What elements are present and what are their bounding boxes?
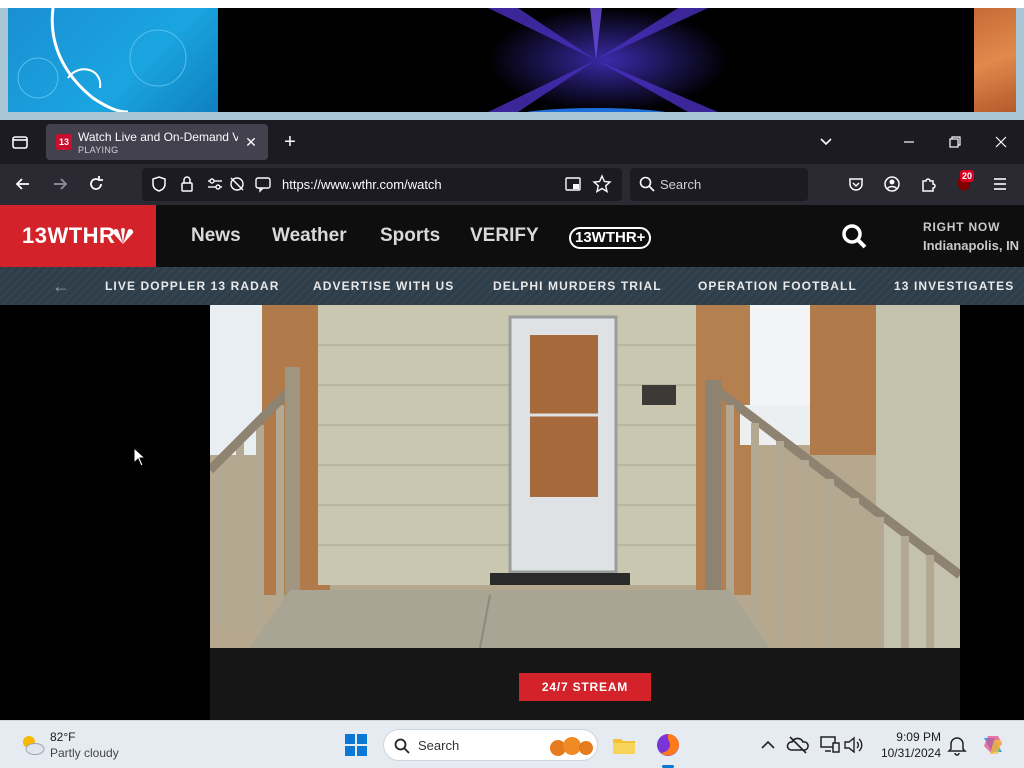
subnav-13-investigates[interactable]: 13 INVESTIGATES	[894, 279, 1014, 293]
tracking-shield-icon[interactable]	[148, 174, 170, 194]
minimize-icon[interactable]	[897, 132, 921, 152]
notification-bell-icon[interactable]	[945, 733, 969, 757]
permissions-icon[interactable]	[204, 174, 226, 194]
site-search-icon[interactable]	[840, 222, 868, 250]
halloween-pumpkins-icon	[550, 737, 593, 756]
file-explorer-icon[interactable]	[612, 733, 636, 757]
weather-description[interactable]: Partly cloudy	[50, 746, 119, 760]
picture-in-picture-icon[interactable]	[562, 174, 584, 194]
browser-tab-bar: 13 Watch Live and On-Demand Vi PLAYING ✕…	[0, 120, 1024, 164]
browser-search-box[interactable]: Search	[630, 168, 808, 201]
lock-icon[interactable]	[176, 174, 198, 194]
wallpaper-dark-panel	[218, 8, 974, 112]
volume-icon[interactable]	[842, 733, 866, 757]
partly-cloudy-weather-icon[interactable]	[18, 731, 46, 759]
desktop-background	[0, 0, 1024, 120]
247-stream-button[interactable]: 24/7 STREAM	[519, 673, 651, 701]
tab-list-chevron-down-icon[interactable]	[814, 132, 838, 152]
network-icon[interactable]	[818, 733, 842, 757]
restore-icon[interactable]	[943, 132, 967, 152]
wallpaper-swirl	[17, 7, 187, 114]
right-now-city[interactable]: Indianapolis, IN	[923, 238, 1019, 253]
windows-start-icon[interactable]	[344, 733, 368, 757]
wallpaper-orange-panel	[974, 8, 1016, 112]
new-tab-button[interactable]: +	[278, 132, 302, 152]
clock-date[interactable]: 10/31/2024	[875, 746, 941, 760]
extensions-puzzle-icon[interactable]	[917, 174, 939, 194]
clock-time[interactable]: 9:09 PM	[885, 730, 941, 744]
subnav-delphi-trial[interactable]: DELPHI MURDERS TRIAL	[493, 279, 662, 293]
firefox-icon[interactable]	[656, 733, 680, 757]
tab-title: Watch Live and On-Demand Vi	[78, 130, 238, 144]
nbc-peacock-icon	[112, 228, 134, 244]
nav-sports[interactable]: Sports	[380, 225, 440, 247]
sub-navigation: ← LIVE DOPPLER 13 RADAR ADVERTISE WITH U…	[0, 267, 1024, 305]
reader-comment-icon[interactable]	[252, 174, 274, 194]
show-hidden-icons-chevron-up-icon[interactable]	[756, 733, 780, 757]
nav-weather[interactable]: Weather	[272, 225, 347, 247]
wthr-plus-link[interactable]: 13WTHR+	[569, 227, 652, 249]
right-now-label: RIGHT NOW	[923, 220, 1001, 234]
copilot-icon[interactable]	[980, 732, 1006, 758]
wthr-logo: 13WTHR	[22, 223, 116, 248]
back-arrow-icon[interactable]	[12, 174, 34, 194]
nav-verify[interactable]: VERIFY	[470, 225, 539, 247]
site-header: 13WTHR News Weather Sports VERIFY 13WTHR…	[0, 205, 1024, 267]
wthr-favicon-icon: 13	[56, 134, 72, 150]
bookmark-star-icon[interactable]	[591, 174, 613, 194]
nav-news[interactable]: News	[191, 225, 241, 247]
address-bar[interactable]: https://www.wthr.com/watch	[142, 168, 622, 201]
wallpaper-rays	[488, 8, 728, 112]
url-text[interactable]: https://www.wthr.com/watch	[282, 177, 442, 192]
subnav-operation-football[interactable]: OPERATION FOOTBALL	[698, 279, 857, 293]
subnav-left-arrow-icon[interactable]: ←	[52, 276, 70, 297]
account-icon[interactable]	[881, 174, 903, 194]
subnav-doppler-radar[interactable]: LIVE DOPPLER 13 RADAR	[105, 279, 279, 293]
tab-close-icon[interactable]: ✕	[242, 133, 260, 151]
subnav-advertise[interactable]: ADVERTISE WITH US	[313, 279, 454, 293]
taskbar-search-icon	[394, 738, 410, 754]
forward-arrow-icon[interactable]	[49, 174, 71, 194]
pocket-icon[interactable]	[845, 174, 867, 194]
taskbar-search-placeholder: Search	[418, 738, 460, 753]
browser-tab-active[interactable]: 13 Watch Live and On-Demand Vi PLAYING ✕	[46, 124, 268, 160]
page-content: 24/7 STREAM	[0, 305, 1024, 720]
autoplay-blocked-icon[interactable]	[226, 174, 248, 194]
close-window-icon[interactable]	[989, 132, 1013, 152]
weather-temperature[interactable]: 82°F	[50, 730, 75, 744]
wthr-logo-link[interactable]: 13WTHR	[0, 205, 156, 267]
screen: 13 Watch Live and On-Demand Vi PLAYING ✕…	[0, 0, 1024, 768]
mouse-cursor-icon	[133, 447, 147, 467]
video-player[interactable]	[210, 305, 960, 648]
hamburger-menu-icon[interactable]	[989, 174, 1011, 194]
tab-overview-icon[interactable]	[8, 132, 32, 152]
tab-playing-label: PLAYING	[78, 145, 119, 155]
reload-icon[interactable]	[85, 174, 107, 194]
windows-taskbar: 82°F Partly cloudy Search 9:09 PM 10/31/…	[0, 720, 1024, 768]
background-window-edge	[0, 0, 1024, 8]
browser-toolbar: https://www.wthr.com/watch Search 20	[0, 164, 1024, 205]
browser-search-placeholder: Search	[660, 177, 702, 192]
video-frame-porch-scene	[210, 305, 960, 648]
search-icon	[636, 174, 658, 194]
taskbar-search-box[interactable]: Search	[383, 729, 598, 761]
onedrive-offline-icon[interactable]	[786, 733, 810, 757]
ublock-count-badge: 20	[960, 170, 975, 182]
wallpaper-blue-panel	[8, 7, 218, 114]
